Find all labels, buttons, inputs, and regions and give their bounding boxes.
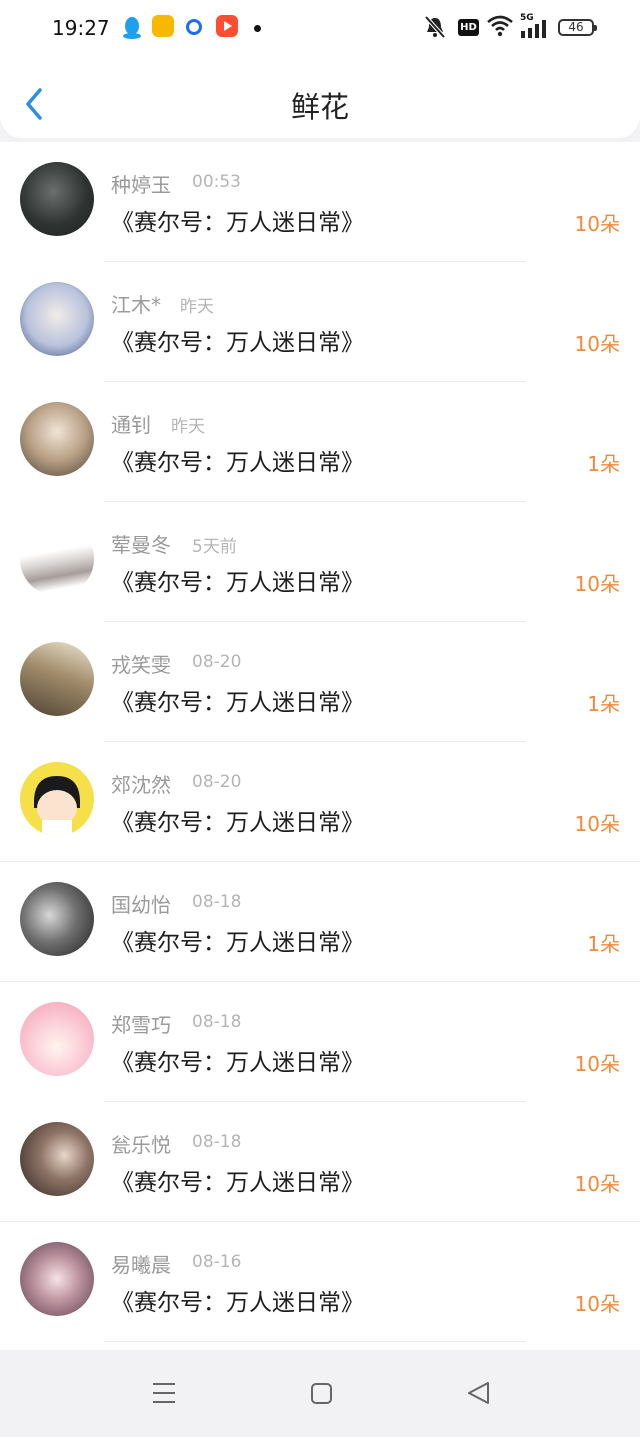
battery-icon: 46 (558, 19, 597, 36)
list-item[interactable]: 荤曼冬 5天前 《赛尔号：万人迷日常》 10朵 (0, 502, 640, 622)
video-app-icon (216, 15, 238, 37)
book-title: 《赛尔号：万人迷日常》 (111, 1290, 364, 1316)
notification-dot-icon (254, 25, 261, 32)
time-label: 08-18 (192, 892, 242, 912)
avatar (20, 1002, 94, 1076)
hd-badge: HD (458, 19, 479, 36)
system-nav-bar (0, 1350, 640, 1433)
avatar (20, 642, 94, 716)
book-title: 《赛尔号：万人迷日常》 (111, 330, 364, 356)
book-title: 《赛尔号：万人迷日常》 (111, 810, 364, 836)
time-label: 08-20 (192, 772, 242, 792)
user-name: 通钊 (111, 413, 151, 437)
page-title: 鲜花 (290, 90, 349, 124)
weibo-icon (152, 15, 174, 37)
list-item[interactable]: 戎笑雯 08-20 《赛尔号：万人迷日常》 1朵 (0, 622, 640, 742)
avatar (20, 282, 94, 356)
flower-count: 10朵 (574, 572, 620, 596)
user-name: 郊沈然 (111, 773, 171, 797)
time-label: 00:53 (192, 172, 241, 192)
flower-count: 1朵 (587, 932, 620, 956)
flower-list: 种婷玉 00:53 《赛尔号：万人迷日常》 10朵 江木* 昨天 《赛尔号：万人… (0, 142, 640, 1350)
flower-count: 1朵 (587, 452, 620, 476)
user-name: 瓮乐悦 (111, 1133, 171, 1157)
book-title: 《赛尔号：万人迷日常》 (111, 930, 364, 956)
user-name: 易曦晨 (111, 1253, 171, 1277)
user-name: 种婷玉 (111, 173, 171, 197)
divider (104, 1341, 526, 1342)
circle-app-icon (186, 19, 202, 35)
list-item[interactable]: 郑雪巧 08-18 《赛尔号：万人迷日常》 10朵 (0, 982, 640, 1102)
flower-count: 10朵 (574, 1052, 620, 1076)
time-label: 08-16 (192, 1252, 242, 1272)
list-item[interactable]: 瓮乐悦 08-18 《赛尔号：万人迷日常》 10朵 (0, 1102, 640, 1222)
status-time: 19:27 (52, 16, 110, 40)
user-name: 国幼怡 (111, 893, 171, 917)
list-item[interactable]: 国幼怡 08-18 《赛尔号：万人迷日常》 1朵 (0, 862, 640, 982)
list-item[interactable]: 种婷玉 00:53 《赛尔号：万人迷日常》 10朵 (0, 142, 640, 262)
book-title: 《赛尔号：万人迷日常》 (111, 450, 364, 476)
square-home-icon (311, 1383, 332, 1404)
triangle-back-icon (468, 1382, 489, 1404)
time-label: 昨天 (171, 417, 205, 437)
user-name: 荤曼冬 (111, 533, 171, 557)
book-title: 《赛尔号：万人迷日常》 (111, 1170, 364, 1196)
list-item[interactable]: 郊沈然 08-20 《赛尔号：万人迷日常》 10朵 (0, 742, 640, 862)
flower-count: 10朵 (574, 332, 620, 356)
avatar (20, 162, 94, 236)
user-name: 郑雪巧 (111, 1013, 171, 1037)
avatar (20, 882, 94, 956)
status-bar: 19:27 HD 5G 46 (0, 0, 640, 58)
wifi-icon (487, 15, 513, 37)
avatar (20, 1242, 94, 1316)
book-title: 《赛尔号：万人迷日常》 (111, 1050, 364, 1076)
time-label: 08-20 (192, 652, 242, 672)
nav-back-button[interactable] (438, 1350, 518, 1433)
time-label: 5天前 (192, 537, 237, 557)
book-title: 《赛尔号：万人迷日常》 (111, 570, 364, 596)
nav-menu-button[interactable] (124, 1350, 204, 1433)
book-title: 《赛尔号：万人迷日常》 (111, 690, 364, 716)
bell-muted-icon (424, 15, 446, 39)
avatar (20, 1122, 94, 1196)
list-item[interactable]: 易曦晨 08-16 《赛尔号：万人迷日常》 10朵 (0, 1222, 640, 1342)
menu-icon (153, 1383, 175, 1403)
signal-icon (521, 20, 546, 38)
time-label: 08-18 (192, 1132, 242, 1152)
user-name: 江木* (111, 293, 161, 317)
time-label: 昨天 (180, 297, 214, 317)
flower-count: 10朵 (574, 212, 620, 236)
list-item[interactable]: 通钊 昨天 《赛尔号：万人迷日常》 1朵 (0, 382, 640, 502)
flower-count: 10朵 (574, 1172, 620, 1196)
app-header: 19:27 HD 5G 46 鲜花 (0, 0, 640, 138)
qq-icon (123, 17, 141, 39)
avatar (20, 762, 94, 836)
avatar (20, 522, 94, 596)
nav-home-button[interactable] (281, 1350, 361, 1433)
book-title: 《赛尔号：万人迷日常》 (111, 210, 364, 236)
flower-count: 10朵 (574, 812, 620, 836)
user-name: 戎笑雯 (111, 653, 171, 677)
flower-count: 1朵 (587, 692, 620, 716)
time-label: 08-18 (192, 1012, 242, 1032)
flower-count: 10朵 (574, 1292, 620, 1316)
list-item[interactable]: 江木* 昨天 《赛尔号：万人迷日常》 10朵 (0, 262, 640, 382)
avatar (20, 402, 94, 476)
